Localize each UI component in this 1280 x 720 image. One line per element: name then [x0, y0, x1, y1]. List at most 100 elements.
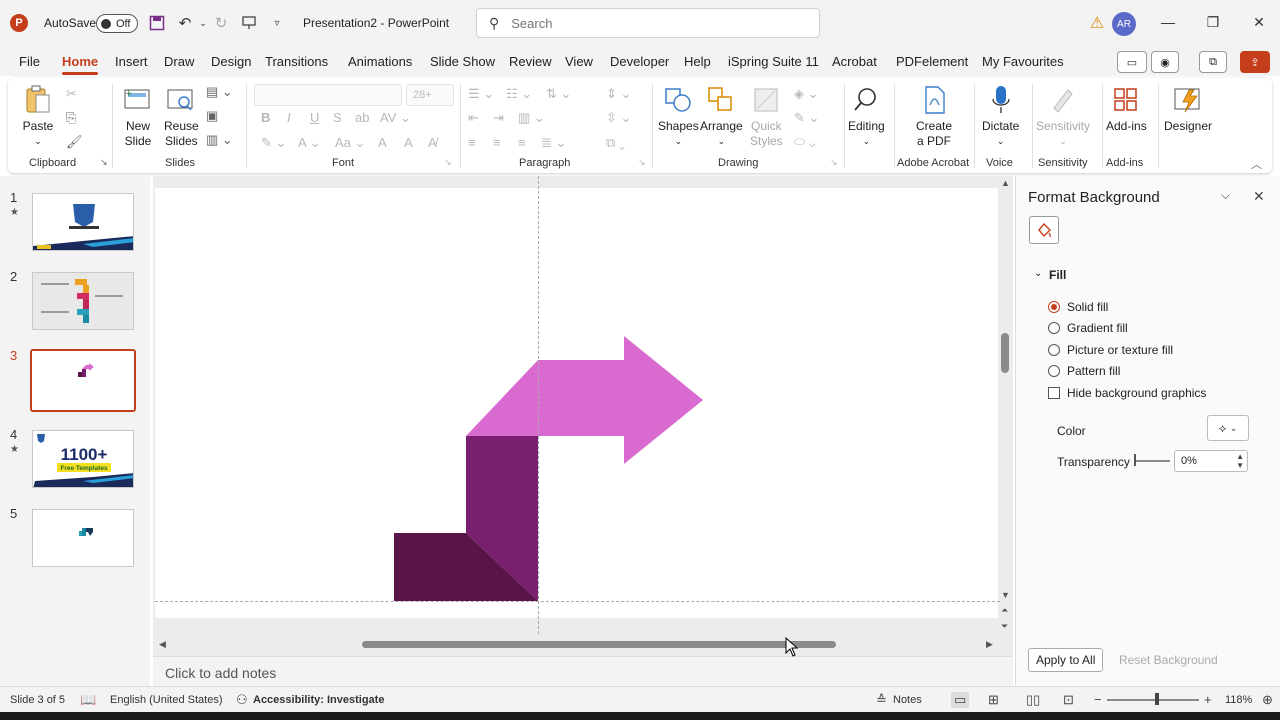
zoom-level[interactable]: 118%	[1225, 694, 1252, 706]
reuse-slides-button[interactable]: Reuse Slides	[164, 84, 199, 149]
autosave-toggle[interactable]: Off	[96, 14, 138, 33]
tab-ispring[interactable]: iSpring Suite 11	[728, 54, 819, 69]
tab-file[interactable]: File	[19, 54, 40, 69]
scroll-left-icon[interactable]: ◀	[159, 639, 166, 650]
slide-thumbnail-5[interactable]	[32, 509, 134, 567]
align-text-icon[interactable]: ⇳ ⌄	[606, 110, 631, 126]
transparency-slider-handle[interactable]	[1134, 454, 1136, 466]
gradient-fill-radio[interactable]	[1048, 322, 1060, 334]
add-ins-button[interactable]: Add-ins	[1106, 84, 1147, 134]
accessibility-status[interactable]: Accessibility: Investigate	[253, 694, 384, 706]
warning-icon[interactable]: ⚠	[1088, 14, 1106, 32]
notes-toggle[interactable]: Notes	[893, 694, 922, 706]
minimize-icon[interactable]: —	[1158, 12, 1178, 32]
tab-transitions[interactable]: Transitions	[265, 54, 328, 69]
tab-insert[interactable]: Insert	[115, 54, 148, 69]
numbering-icon[interactable]: ☷ ⌄	[506, 86, 532, 102]
pattern-fill-radio[interactable]	[1048, 365, 1060, 377]
next-slide-icon[interactable]: ⏷	[1001, 621, 1008, 632]
notes-pane[interactable]: Click to add notes	[153, 656, 1013, 686]
character-spacing-icon[interactable]: AV ⌄	[380, 110, 411, 126]
font-size-select[interactable]: 28+	[406, 84, 454, 106]
dictate-button[interactable]: Dictate ⌄	[982, 84, 1019, 149]
align-right-icon[interactable]: ≡	[518, 135, 526, 150]
search-box[interactable]: ⚲	[476, 8, 820, 38]
copy-icon[interactable]: ⎘	[66, 110, 76, 126]
text-shadow-icon[interactable]: ab	[355, 110, 369, 125]
font-launcher-icon[interactable]: ↘	[444, 157, 452, 168]
normal-view-icon[interactable]: ▭	[951, 692, 970, 708]
accessibility-icon[interactable]: ⚇	[236, 692, 248, 708]
customize-qat-icon[interactable]: ▿	[268, 14, 286, 32]
horizontal-scroll-thumb[interactable]	[362, 641, 836, 648]
paste-button[interactable]: Paste ⌄	[22, 84, 54, 149]
tab-pdfelement[interactable]: PDFelement	[896, 54, 968, 69]
reset-background-button[interactable]: Reset Background	[1112, 648, 1225, 672]
scroll-down-icon[interactable]: ▼	[1001, 590, 1010, 600]
spelling-icon[interactable]: 📖	[80, 692, 96, 708]
justify-icon[interactable]: ≣ ⌄	[541, 135, 566, 151]
line-spacing-icon[interactable]: ⇅ ⌄	[546, 86, 571, 102]
strikethrough-icon[interactable]: S	[333, 110, 342, 125]
pattern-fill-option[interactable]: Pattern fill	[1048, 364, 1120, 378]
bold-icon[interactable]: B	[261, 110, 270, 125]
pane-close-icon[interactable]: ✕	[1253, 188, 1265, 205]
share-icon[interactable]: ⇪	[1240, 51, 1270, 73]
align-center-icon[interactable]: ≡	[493, 135, 501, 150]
fit-to-window-icon[interactable]: ⊕	[1262, 692, 1273, 708]
collapse-ribbon-icon[interactable]: ︿	[1251, 156, 1262, 172]
paragraph-launcher-icon[interactable]: ↘	[638, 157, 646, 168]
zoom-slider[interactable]	[1107, 699, 1199, 701]
teams-icon[interactable]: ⧉	[1199, 51, 1227, 73]
clear-formatting-icon[interactable]: A̸	[428, 135, 437, 150]
slide-canvas[interactable]	[155, 188, 998, 618]
zoom-in-icon[interactable]: +	[1204, 692, 1212, 707]
reading-view-icon[interactable]: ▯▯	[1026, 692, 1040, 708]
tab-acrobat[interactable]: Acrobat	[832, 54, 877, 69]
editing-button[interactable]: Editing ⌄	[848, 84, 885, 149]
font-color-icon[interactable]: A ⌄	[298, 135, 320, 151]
slide-sorter-icon[interactable]: ⊞	[988, 692, 999, 708]
gradient-fill-option[interactable]: Gradient fill	[1048, 321, 1128, 335]
cut-icon[interactable]: ✂	[66, 86, 77, 102]
tab-animations[interactable]: Animations	[348, 54, 412, 69]
search-input[interactable]	[511, 15, 792, 31]
undo-dropdown-icon[interactable]: ⌄	[194, 14, 212, 32]
previous-slide-icon[interactable]: ⏶	[1001, 605, 1008, 616]
font-family-select[interactable]	[254, 84, 402, 106]
highlight-icon[interactable]: ✎ ⌄	[261, 135, 286, 151]
apply-to-all-button[interactable]: Apply to All	[1028, 648, 1104, 672]
solid-fill-radio[interactable]	[1048, 301, 1060, 313]
shape-outline-icon[interactable]: ✎ ⌄	[794, 110, 819, 126]
notes-placeholder[interactable]: Click to add notes	[165, 665, 276, 681]
comments-icon[interactable]: ▭	[1117, 51, 1147, 73]
clipboard-launcher-icon[interactable]: ↘	[100, 157, 108, 168]
designer-button[interactable]: Designer	[1164, 84, 1212, 134]
vertical-scroll-thumb[interactable]	[1001, 333, 1009, 373]
underline-icon[interactable]: U	[310, 110, 319, 125]
notes-icon[interactable]: ≙	[876, 692, 887, 708]
present-from-start-icon[interactable]	[240, 14, 258, 32]
redo-icon[interactable]: ↻	[212, 14, 230, 32]
restore-icon[interactable]: ❐	[1203, 12, 1223, 32]
increase-font-icon[interactable]: A	[378, 135, 387, 150]
shape-fill-icon[interactable]: ◈ ⌄	[794, 86, 819, 102]
quick-styles-button[interactable]: Quick Styles	[750, 84, 783, 149]
drawing-launcher-icon[interactable]: ↘	[830, 157, 838, 168]
fill-section-header[interactable]: Fill	[1049, 268, 1066, 282]
columns-icon[interactable]: ▥ ⌄	[518, 110, 545, 126]
italic-icon[interactable]: I	[287, 110, 291, 125]
shape-effects-icon[interactable]: ⬭ ⌄	[794, 134, 816, 150]
tab-design[interactable]: Design	[211, 54, 251, 69]
bullets-icon[interactable]: ☰ ⌄	[468, 86, 494, 102]
tab-slide-show[interactable]: Slide Show	[430, 54, 495, 69]
change-case-icon[interactable]: Aa ⌄	[335, 135, 365, 151]
transparency-input[interactable]: 0% ▲ ▼	[1174, 450, 1248, 472]
sensitivity-button[interactable]: Sensitivity ⌄	[1036, 84, 1090, 149]
spinner-arrows-icon[interactable]: ▲ ▼	[1236, 452, 1244, 470]
zoom-out-icon[interactable]: −	[1094, 692, 1102, 707]
zoom-slider-handle[interactable]	[1155, 693, 1159, 705]
text-direction-icon[interactable]: ⇕ ⌄	[606, 86, 631, 102]
slide-thumbnail-4[interactable]: 1100+ Free Templates	[32, 430, 134, 488]
record-icon[interactable]: ◉	[1151, 51, 1179, 73]
